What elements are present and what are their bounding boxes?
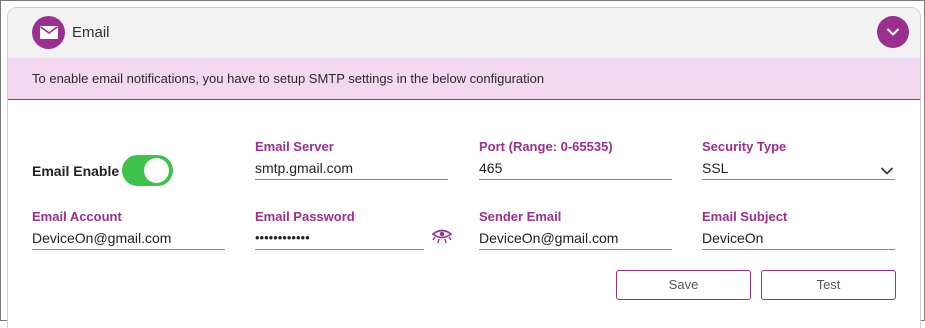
chevron-down-icon	[886, 28, 900, 36]
port-input[interactable]: 465	[479, 157, 672, 180]
security-type-select[interactable]: SSL	[702, 157, 895, 180]
email-server-label: Email Server	[255, 139, 334, 154]
email-password-label: Email Password	[255, 209, 355, 224]
section-title: Email	[72, 24, 110, 41]
smtp-notice-banner: To enable email notifications, you have …	[8, 58, 920, 100]
email-enable-label: Email Enable	[32, 163, 120, 179]
email-account-input[interactable]: DeviceOn@gmail.com	[32, 227, 225, 250]
save-button[interactable]: Save	[616, 270, 751, 300]
sender-email-input[interactable]: DeviceOn@gmail.com	[479, 227, 672, 250]
email-server-input[interactable]: smtp.gmail.com	[255, 157, 448, 180]
toggle-knob	[144, 158, 169, 183]
email-password-input[interactable]: ••••••••••••	[255, 227, 424, 250]
test-button[interactable]: Test	[761, 270, 896, 300]
window-frame: Email To enable email notifications, you…	[0, 0, 925, 328]
port-label: Port (Range: 0-65535)	[479, 139, 613, 154]
show-password-icon[interactable]	[431, 228, 453, 246]
email-subject-input[interactable]: DeviceOn	[702, 227, 895, 250]
notice-text: To enable email notifications, you have …	[32, 71, 545, 86]
chevron-down-icon[interactable]	[880, 165, 894, 177]
envelope-icon	[40, 26, 58, 39]
email-settings-card: Email To enable email notifications, you…	[7, 7, 921, 328]
security-type-label: Security Type	[702, 139, 787, 154]
collapse-button[interactable]	[877, 16, 909, 48]
email-badge	[32, 16, 65, 49]
email-section-header[interactable]: Email	[8, 8, 920, 59]
email-enable-toggle[interactable]	[122, 155, 173, 186]
sender-email-label: Sender Email	[479, 209, 562, 224]
email-account-label: Email Account	[32, 209, 122, 224]
email-subject-label: Email Subject	[702, 209, 788, 224]
